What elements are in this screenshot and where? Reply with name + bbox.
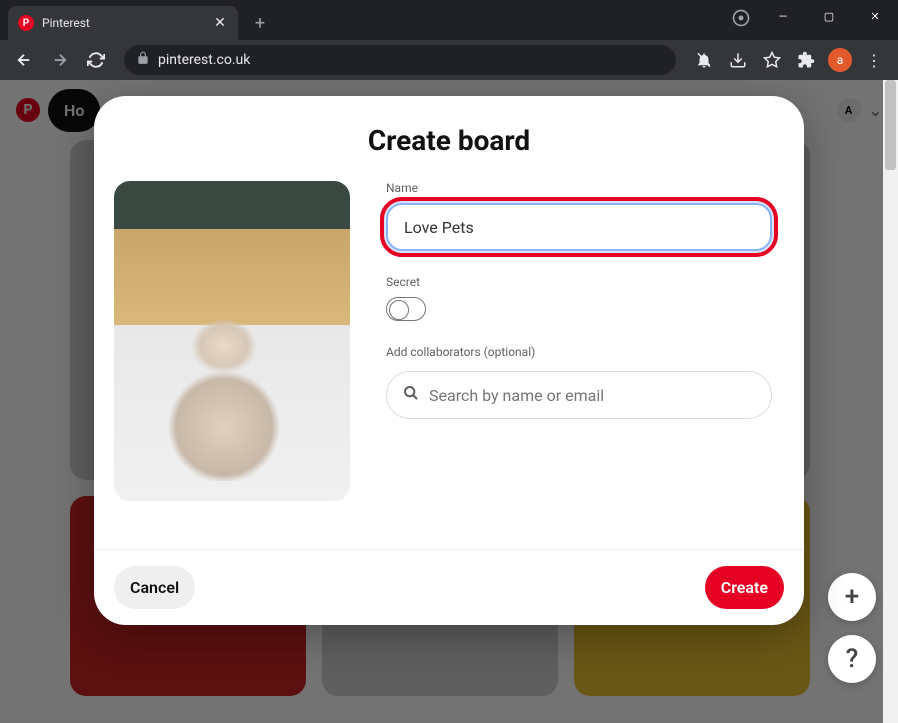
profile-avatar: a [828, 48, 852, 72]
search-icon [403, 385, 419, 405]
back-button[interactable] [8, 44, 40, 76]
browser-menu-button[interactable]: ⋮ [858, 44, 890, 76]
cancel-button[interactable]: Cancel [114, 566, 195, 609]
vertical-scrollbar[interactable] [883, 80, 898, 723]
name-label: Name [386, 181, 772, 195]
secret-toggle[interactable] [386, 297, 426, 321]
collaborators-input[interactable] [429, 386, 755, 405]
incognito-icon [729, 6, 753, 30]
modal-title: Create board [94, 96, 804, 181]
create-board-modal: Create board Name Secret Add collaborato… [94, 96, 804, 625]
address-bar[interactable]: pinterest.co.uk [124, 45, 676, 75]
new-tab-button[interactable]: + [246, 9, 274, 37]
maximize-button[interactable]: ▢ [806, 0, 852, 32]
scrollbar-thumb[interactable] [885, 80, 896, 170]
browser-tab[interactable]: P Pinterest ✕ [8, 6, 238, 40]
window-controls: — ▢ ✕ [760, 0, 898, 32]
notifications-icon[interactable] [688, 44, 720, 76]
reload-button[interactable] [80, 44, 112, 76]
forward-button[interactable] [44, 44, 76, 76]
minimize-button[interactable]: — [760, 0, 806, 32]
browser-title-bar: P Pinterest ✕ + — ▢ ✕ [0, 0, 898, 40]
pinterest-favicon: P [18, 15, 34, 31]
profile-button[interactable]: a [824, 44, 856, 76]
collaborators-search[interactable] [386, 371, 772, 419]
board-name-input[interactable] [386, 203, 772, 251]
page-content: P Ho A ⌄ + ? Create board Name Secret [0, 80, 898, 723]
download-icon[interactable] [722, 44, 754, 76]
tab-title: Pinterest [42, 16, 204, 30]
board-preview-image [114, 181, 350, 501]
close-window-button[interactable]: ✕ [852, 0, 898, 32]
create-button[interactable]: Create [705, 566, 784, 609]
browser-toolbar: pinterest.co.uk a ⋮ [0, 40, 898, 80]
secret-label: Secret [386, 275, 772, 289]
collaborators-label: Add collaborators (optional) [386, 345, 772, 359]
add-fab[interactable]: + [828, 573, 876, 621]
help-fab[interactable]: ? [828, 635, 876, 683]
extensions-icon[interactable] [790, 44, 822, 76]
lock-icon [136, 51, 150, 69]
url-text: pinterest.co.uk [158, 52, 250, 68]
bookmark-icon[interactable] [756, 44, 788, 76]
close-tab-icon[interactable]: ✕ [212, 15, 228, 31]
